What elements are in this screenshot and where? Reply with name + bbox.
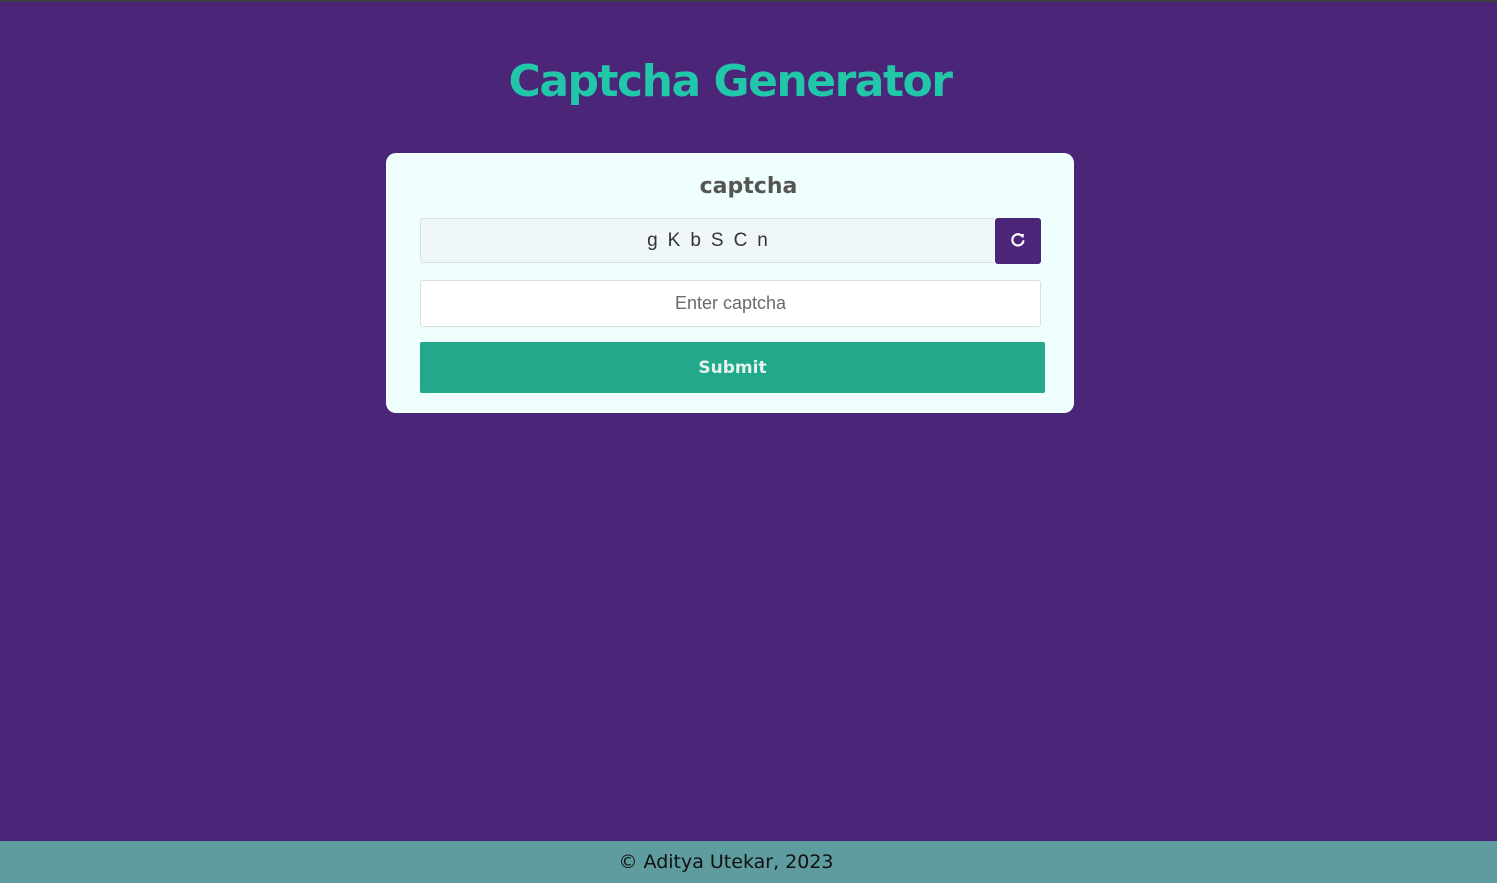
page-title: Captcha Generator xyxy=(508,56,953,107)
footer: © Aditya Utekar, 2023 xyxy=(0,841,1497,883)
footer-copyright: © Aditya Utekar, 2023 xyxy=(618,851,834,873)
captcha-input[interactable] xyxy=(420,280,1041,327)
submit-button[interactable]: Submit xyxy=(420,342,1045,393)
refresh-icon xyxy=(1010,232,1026,251)
top-border xyxy=(0,0,1497,2)
captcha-heading: captcha xyxy=(699,174,798,199)
refresh-button[interactable] xyxy=(995,218,1041,264)
captcha-display: gKbSCn xyxy=(420,218,994,263)
